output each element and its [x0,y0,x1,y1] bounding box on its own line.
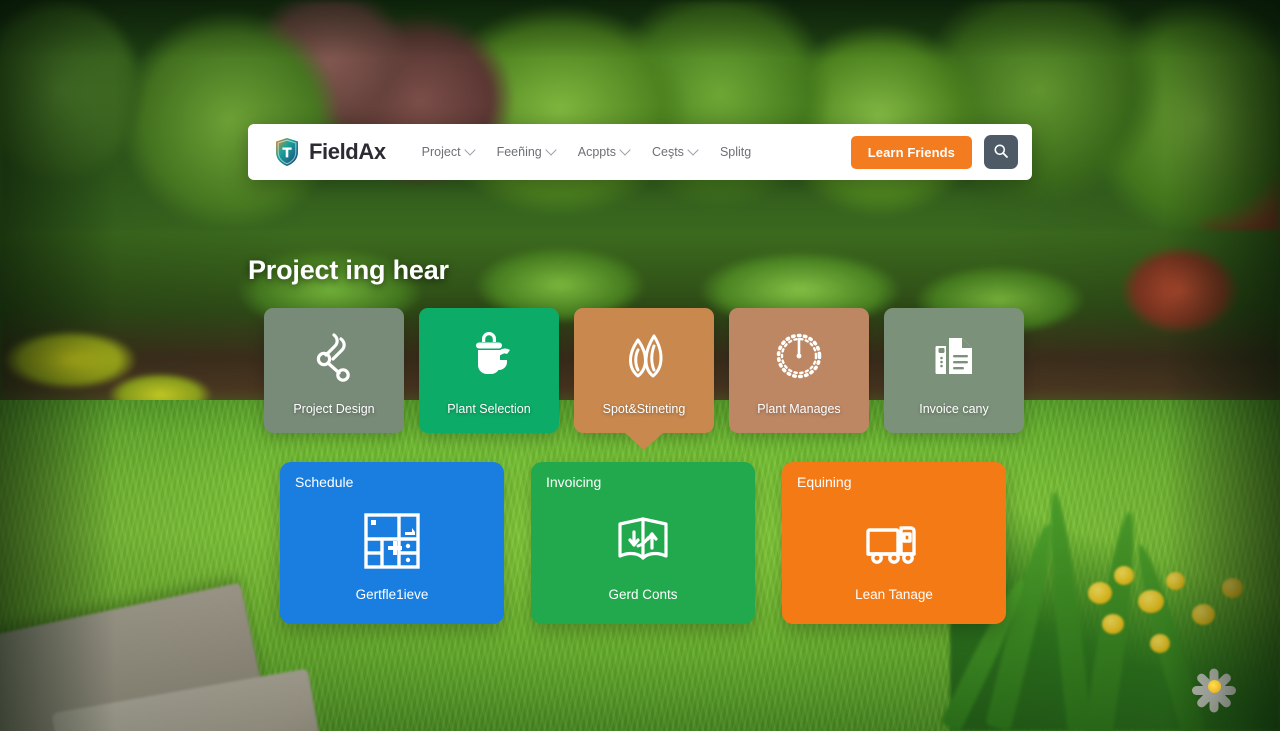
page-title: Project ing hear [248,255,449,285]
panel-card-schedule[interactable]: Schedule Gertfle1ieve [280,462,504,624]
shield-logo-icon [274,137,300,167]
panel-card-equining[interactable]: Equining Lean Tanage [782,462,1006,624]
nav-item-project-label: Project [421,145,461,159]
learn-friends-button[interactable]: Learn Friends [850,135,972,169]
nav-item-feening[interactable]: Feeñing [496,144,557,159]
panel-cards-row: Schedule Gertfle1ieve Invoicing Gerd Con… [280,462,1006,624]
nav-item-cests-label: Ceşts [651,145,684,159]
leaves-icon [618,330,670,387]
search-button[interactable] [984,135,1018,169]
nav-item-acppts[interactable]: Acppts [577,144,631,159]
nav-links: Project Feeñing Acppts Ceşts Splitg [421,144,751,159]
feature-tile-plant-selection[interactable]: Plant Selection [419,308,559,433]
feature-tile-label: Project Design [293,402,375,416]
chevron-down-icon [545,144,557,156]
panel-card-title: Schedule [295,474,354,490]
feature-tile-spot-stineting[interactable]: Spot&Stineting [574,308,714,450]
feature-tile-label: Plant Selection [447,402,531,416]
panel-card-title: Invoicing [546,474,602,490]
feature-tile-project-design[interactable]: Project Design [264,308,404,433]
nav-item-acppts-label: Acppts [577,145,616,159]
search-icon [993,143,1009,162]
nav-item-splitg-label: Splitg [719,145,752,159]
feature-tile-label: Plant Manages [757,402,841,416]
feature-tile-plant-manages[interactable]: Plant Manages [729,308,869,433]
feature-tiles-row: Project Design Plant Selection Spot&Stin… [264,308,1024,450]
top-navigation-bar: FieldAx Project Feeñing Acppts Ceşts Spl… [248,124,1032,180]
watering-pot-icon [463,330,515,387]
panel-card-invoicing[interactable]: Invoicing Gerd Conts [531,462,755,624]
feature-tile-invoice-cany[interactable]: Invoice cany [884,308,1024,433]
gauge-dial-icon [773,330,825,387]
nav-item-splitg[interactable]: Splitg [720,145,751,159]
landing-page-scene: FieldAx Project Feeñing Acppts Ceşts Spl… [0,0,1280,731]
brand[interactable]: FieldAx [274,137,386,167]
brand-name: FieldAx [309,139,386,164]
nav-actions: Learn Friends [850,135,1018,169]
nav-item-project[interactable]: Project [421,144,476,159]
chevron-down-icon [463,144,476,156]
panel-card-label: Lean Tanage [855,587,933,602]
tile-pointer-arrow [625,433,663,450]
feature-tile-label: Invoice cany [919,402,989,416]
document-truck-icon [928,330,980,387]
chevron-down-icon [687,144,699,156]
nav-item-feening-label: Feeñing [496,145,542,159]
feature-tile-label: Spot&Stineting [602,402,686,416]
panel-card-label: Gertfle1ieve [355,587,429,602]
chevron-down-icon [619,144,631,156]
panel-card-label: Gerd Conts [608,587,678,602]
nav-item-cests[interactable]: Ceşts [651,144,699,159]
panel-card-title: Equining [797,474,852,490]
pruning-shears-icon [308,330,360,387]
